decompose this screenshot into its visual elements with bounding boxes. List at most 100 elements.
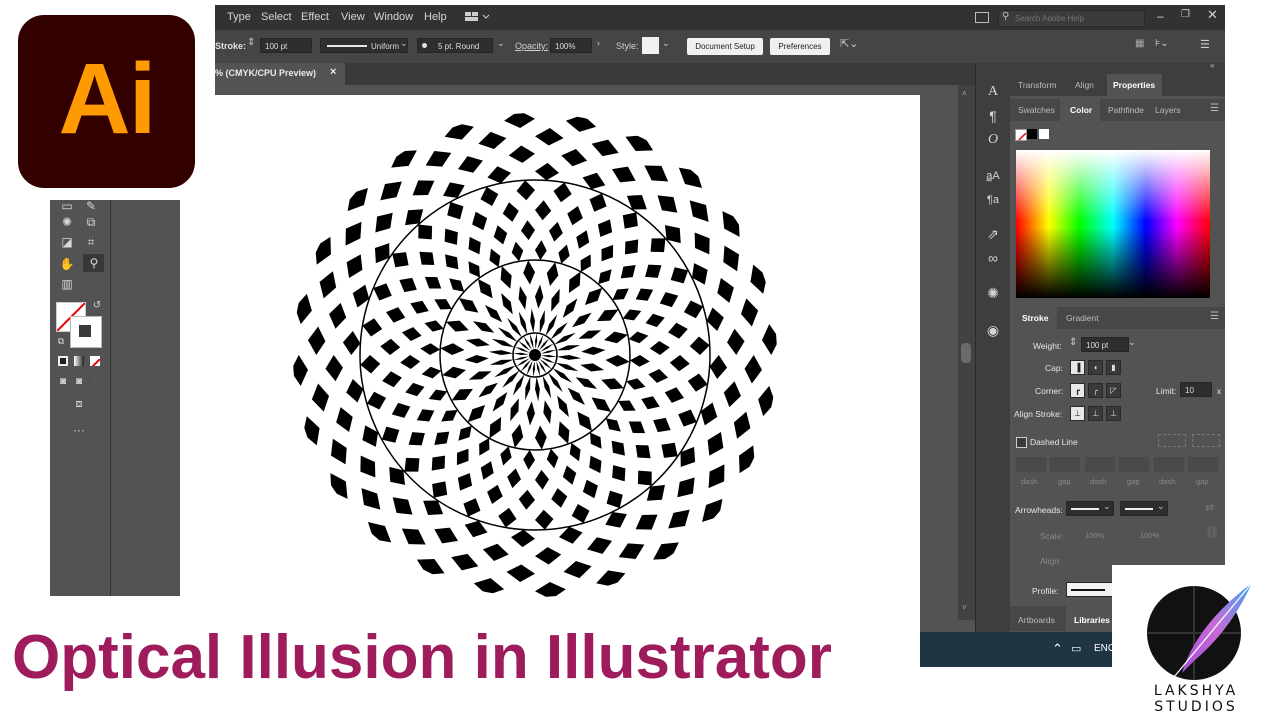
projecting-cap-button[interactable]: ▮ <box>1106 360 1121 375</box>
align-outside-button[interactable]: ⊥ <box>1106 406 1121 421</box>
network-icon[interactable]: ▭ <box>1071 642 1081 655</box>
round-join-button[interactable]: ╭ <box>1088 383 1103 398</box>
tab-gradient[interactable]: Gradient <box>1066 313 1099 323</box>
round-cap-button[interactable]: ◖ <box>1088 360 1103 375</box>
tab-align[interactable]: Align <box>1075 80 1094 90</box>
tab-swatches[interactable]: Swatches <box>1018 105 1055 115</box>
weight-stepper-icon[interactable]: ⇕ <box>1069 337 1077 348</box>
screen-mode-icon[interactable]: ⧈ <box>70 396 88 412</box>
menu-help[interactable]: Help <box>424 11 447 23</box>
butt-cap-button[interactable]: ▐ <box>1070 360 1085 375</box>
search-input[interactable] <box>1015 12 1135 24</box>
character-styles-icon[interactable]: a͇A <box>984 167 1002 185</box>
distribute-icon[interactable]: ⊧⌄ <box>1155 38 1169 49</box>
menu-effect[interactable]: Effect <box>301 11 329 23</box>
none-swatch[interactable] <box>1015 129 1027 141</box>
more-tools-icon[interactable]: ··· <box>70 422 88 438</box>
swap-arrows-icon[interactable]: ⇄ <box>1205 501 1214 514</box>
document-setup-button[interactable]: Document Setup <box>687 38 763 55</box>
crop-icon[interactable]: ⌗ <box>82 234 100 250</box>
vertical-scrollbar[interactable]: ˄ ˅ <box>958 85 975 620</box>
panel-collapse-bar[interactable]: « <box>1010 61 1225 74</box>
align-icon[interactable]: ▦ <box>1135 38 1144 49</box>
chevron-up-icon[interactable]: ˄ <box>962 89 967 98</box>
tab-libraries[interactable]: Libraries <box>1074 615 1110 625</box>
document-tab-close-icon[interactable]: × <box>330 66 336 78</box>
live-paint-icon[interactable]: ◪ <box>58 234 76 250</box>
menu-lines-icon[interactable]: ☰ <box>1200 38 1210 51</box>
optical-illusion-artwork[interactable] <box>215 95 920 635</box>
miter-join-button[interactable]: ┏ <box>1070 383 1085 398</box>
stroke-stepper-icon[interactable]: ⇕ <box>247 37 255 48</box>
chevron-down-icon[interactable]: ⌄ <box>1157 501 1165 512</box>
swap-icon[interactable]: ↺ <box>88 298 106 314</box>
brush-dropdown[interactable]: 5 pt. Round <box>417 38 493 53</box>
tab-properties[interactable]: Properties <box>1113 80 1155 90</box>
chevron-up-icon[interactable]: ⌃ <box>1052 641 1063 657</box>
color-mode-icon[interactable] <box>58 356 68 366</box>
dashed-line-checkbox[interactable] <box>1016 437 1027 448</box>
stroke-swatch[interactable] <box>70 316 102 348</box>
export-icon[interactable]: ⇗ <box>984 225 1002 243</box>
limit-field[interactable]: 10 <box>1180 382 1212 397</box>
minimize-icon[interactable]: – <box>1157 9 1164 23</box>
gradient-mode-icon[interactable] <box>74 356 84 366</box>
dash-preserve-icon[interactable] <box>1158 434 1186 447</box>
restore-icon[interactable]: ❐ <box>1181 9 1190 20</box>
chevron-down-icon[interactable]: ⌄ <box>662 38 670 49</box>
paragraph-styles-icon[interactable]: ¶a <box>984 191 1002 209</box>
workspace-icon[interactable] <box>465 11 490 23</box>
hand-icon[interactable]: ✋ <box>58 256 76 272</box>
chevron-right-icon[interactable]: › <box>597 38 600 48</box>
weight-field[interactable]: 100 pt <box>1081 337 1129 352</box>
tab-layers[interactable]: Layers <box>1155 105 1181 115</box>
scroll-thumb[interactable] <box>961 343 971 363</box>
transform-icon[interactable]: ⇱⌄ <box>840 37 858 50</box>
chevron-down-icon[interactable]: ˅ <box>962 603 967 612</box>
opacity-field[interactable]: 100% <box>550 38 592 53</box>
menu-window[interactable]: Window <box>374 11 413 23</box>
link-icon[interactable]: ∞ <box>984 249 1002 267</box>
chevron-down-icon[interactable]: ⌄ <box>1103 501 1111 512</box>
chevron-down-icon[interactable]: ⌄ <box>400 38 408 49</box>
zoom-tool-selected[interactable]: ⚲ <box>83 254 104 272</box>
white-swatch[interactable] <box>1039 129 1049 139</box>
pathfinder-icon[interactable]: ◉ <box>984 321 1002 339</box>
bevel-join-button[interactable]: ◸ <box>1106 383 1121 398</box>
style-swatch[interactable] <box>642 37 659 54</box>
tab-color[interactable]: Color <box>1070 105 1092 115</box>
search-box[interactable]: ⚲ <box>998 10 1145 27</box>
tab-stroke[interactable]: Stroke <box>1022 313 1048 323</box>
collapse-icon[interactable]: « <box>1210 61 1214 70</box>
shape-builder-icon[interactable]: ⧉ <box>82 214 100 230</box>
menu-type[interactable]: Type <box>227 11 251 23</box>
character-icon[interactable]: A <box>984 83 1002 101</box>
align-center-button[interactable]: ⊥ <box>1070 406 1085 421</box>
menu-select[interactable]: Select <box>261 11 292 23</box>
opacity-label[interactable]: Opacity: <box>515 41 548 51</box>
chevron-down-icon[interactable]: ⌄ <box>1128 337 1136 348</box>
dash-align-icon[interactable] <box>1192 434 1220 447</box>
color-spectrum[interactable] <box>1016 150 1210 298</box>
chevron-down-icon[interactable]: ⌄ <box>497 38 505 49</box>
stroke-profile-dropdown[interactable]: Uniform <box>320 38 408 53</box>
profile-dropdown[interactable] <box>1066 582 1114 597</box>
menu-view[interactable]: View <box>341 11 365 23</box>
graph-tool-icon[interactable]: ▥ <box>58 276 76 292</box>
none-mode-icon[interactable] <box>90 356 100 366</box>
arrange-icon[interactable] <box>975 12 989 23</box>
tab-transform[interactable]: Transform <box>1018 80 1056 90</box>
panel-menu-icon[interactable]: ☰ <box>1210 103 1219 114</box>
preferences-button[interactable]: Preferences <box>770 38 830 55</box>
paragraph-icon[interactable]: ¶ <box>984 107 1002 125</box>
appearance-icon[interactable]: ✺ <box>984 284 1002 302</box>
draw-inside-icon[interactable]: ◌ <box>86 374 104 390</box>
panel-menu-icon[interactable]: ☰ <box>1210 311 1219 322</box>
close-icon[interactable]: ✕ <box>1207 7 1218 23</box>
stroke-weight-field[interactable]: 100 pt <box>260 38 312 53</box>
align-inside-button[interactable]: ⊥ <box>1088 406 1103 421</box>
opentype-icon[interactable]: O <box>984 131 1002 149</box>
puppet-warp-icon[interactable]: ✺ <box>58 214 76 230</box>
pencil-tool-icon[interactable]: ✎ <box>82 198 100 214</box>
black-swatch[interactable] <box>1027 129 1037 139</box>
